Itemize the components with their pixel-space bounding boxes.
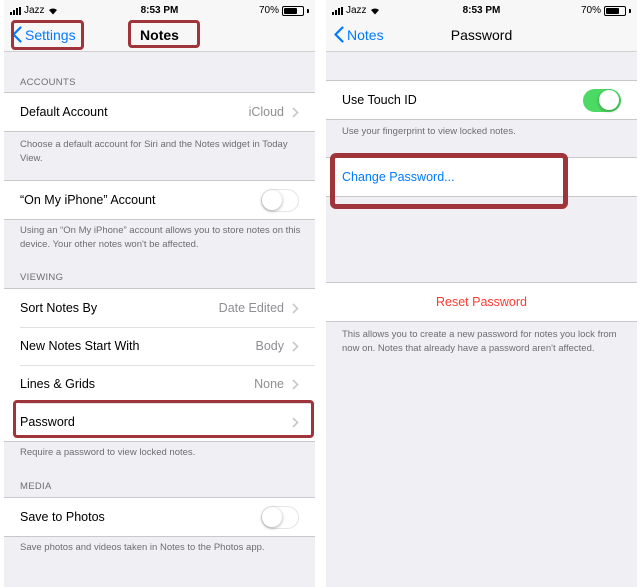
row-value: None (254, 377, 284, 391)
reset-password-footer: This allows you to create a new password… (342, 329, 617, 354)
row-label: Lines & Grids (20, 377, 96, 391)
use-touch-id-row: Use Touch ID (326, 81, 637, 119)
chevron-right-icon (292, 106, 299, 118)
chevron-right-icon (292, 340, 299, 352)
new-notes-start-with-row[interactable]: New Notes Start With Body (4, 327, 315, 365)
change-password-label: Change Password... (342, 170, 455, 184)
battery-percent: 70% (580, 5, 601, 16)
reset-password-button[interactable]: Reset Password (326, 283, 637, 321)
row-label: Sort Notes By (20, 301, 98, 315)
on-my-iphone-row: “On My iPhone” Account (4, 181, 315, 219)
battery-percent: 70% (258, 5, 279, 16)
row-label: Use Touch ID (342, 93, 417, 107)
on-my-iphone-toggle[interactable] (261, 188, 299, 212)
navigation-bar: Notes Password (326, 22, 637, 52)
battery-icon (604, 5, 626, 16)
chevron-right-icon (292, 302, 299, 314)
row-label: Save to Photos (20, 510, 105, 524)
back-button-label: Settings (25, 26, 76, 43)
change-password-button[interactable]: Change Password... (326, 158, 637, 196)
save-to-photos-row: Save to Photos (4, 498, 315, 536)
sort-notes-by-row[interactable]: Sort Notes By Date Edited (4, 289, 315, 327)
row-value: Date Edited (218, 301, 284, 315)
password-row[interactable]: Password (4, 403, 315, 441)
default-account-footer: Choose a default account for Siri and th… (20, 139, 288, 164)
section-header-viewing: VIEWING (20, 272, 64, 283)
section-header-media: MEDIA (20, 481, 52, 492)
row-label: “On My iPhone” Account (20, 193, 156, 207)
chevron-right-icon (292, 416, 299, 428)
back-button-notes[interactable]: Notes (334, 26, 384, 43)
back-button-label: Notes (347, 26, 384, 43)
row-label: New Notes Start With (20, 339, 140, 353)
on-my-iphone-footer: Using an “On My iPhone” account allows y… (20, 225, 301, 250)
status-bar: Jazz 8:53 PM 70% (326, 0, 637, 22)
chevron-left-icon (12, 26, 22, 43)
default-account-row[interactable]: Default Account iCloud (4, 93, 315, 131)
save-to-photos-footer: Save photos and videos taken in Notes to… (20, 542, 265, 553)
row-value: iCloud (248, 105, 284, 119)
row-value: Body (255, 339, 285, 353)
battery-icon (282, 5, 304, 16)
save-to-photos-toggle[interactable] (261, 505, 299, 529)
password-settings-screen: Jazz 8:53 PM 70% Notes Password Use Touc… (326, 0, 637, 587)
chevron-left-icon (334, 26, 344, 43)
back-button-settings[interactable]: Settings (12, 26, 76, 43)
touch-id-footer: Use your fingerprint to view locked note… (342, 126, 516, 137)
status-bar: Jazz 8:53 PM 70% (4, 0, 315, 22)
section-header-accounts: ACCOUNTS (20, 77, 76, 88)
row-label: Password (20, 415, 75, 429)
lines-and-grids-row[interactable]: Lines & Grids None (4, 365, 315, 403)
reset-password-label: Reset Password (435, 295, 527, 309)
password-footer: Require a password to view locked notes. (20, 447, 196, 458)
chevron-right-icon (292, 378, 299, 390)
row-label: Default Account (20, 105, 108, 119)
notes-settings-screen: Jazz 8:53 PM 70% Settings Notes ACCOUNTS… (4, 0, 315, 587)
use-touch-id-toggle[interactable] (583, 88, 621, 112)
navigation-bar: Settings Notes (4, 22, 315, 52)
